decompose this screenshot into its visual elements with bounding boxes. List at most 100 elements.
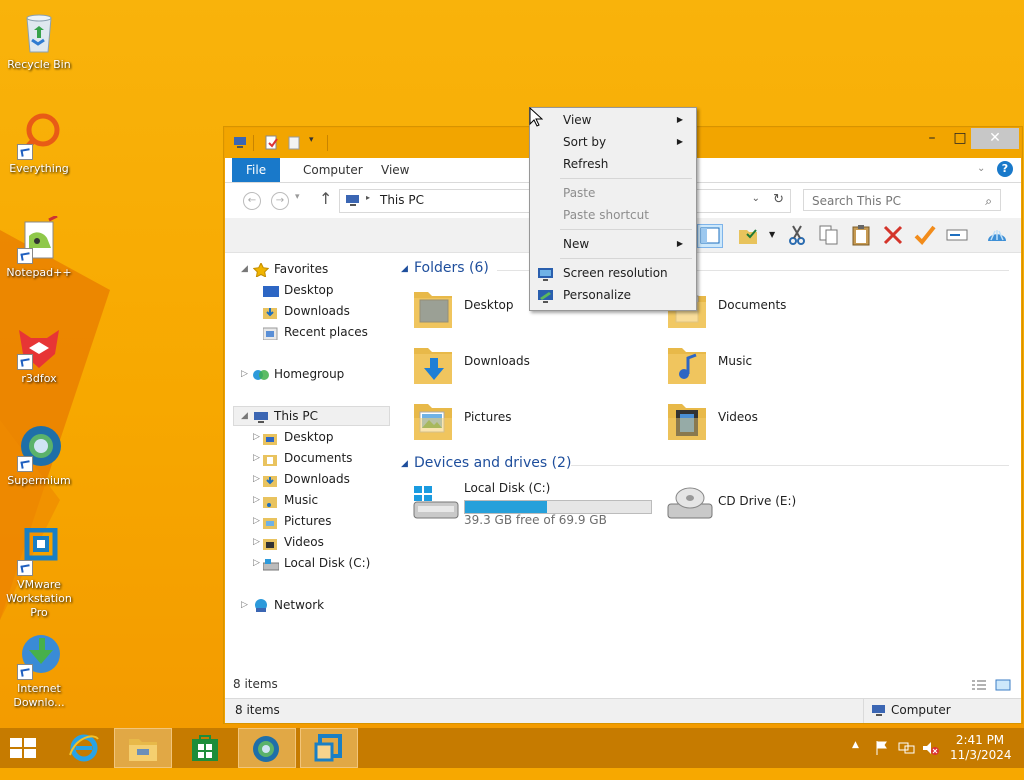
tab-computer[interactable]: Computer [289, 158, 377, 182]
expand-arrow-icon[interactable]: ▷ [253, 432, 260, 442]
delete-icon[interactable] [881, 224, 905, 246]
forward-button[interactable]: → [271, 192, 289, 210]
cut-icon[interactable] [785, 224, 809, 246]
nav-thispc-documents[interactable]: Documents [263, 448, 352, 468]
collapse-arrow-icon[interactable]: ◢ [241, 411, 248, 421]
copy-icon[interactable] [817, 224, 841, 246]
desktop-icon-recycle-bin[interactable]: Recycle Bin [0, 8, 78, 72]
breadcrumb-chevron-icon[interactable]: ▸ [366, 193, 370, 202]
menu-item-screen-resolution[interactable]: Screen resolution [532, 262, 692, 284]
menu-label: View [563, 113, 592, 127]
expand-arrow-icon[interactable]: ▷ [241, 600, 248, 610]
nav-thispc-desktop[interactable]: Desktop [263, 427, 334, 447]
tab-view[interactable]: View [367, 158, 423, 182]
menu-item-personalize[interactable]: Personalize [532, 284, 692, 306]
nav-this-pc[interactable]: This PC [253, 406, 318, 426]
nav-favorites[interactable]: Favorites [252, 259, 328, 279]
nav-thispc-pictures[interactable]: Pictures [263, 511, 332, 531]
refresh-icon[interactable]: ↻ [773, 192, 784, 207]
folder-videos[interactable]: Videos [666, 396, 906, 446]
nav-homegroup[interactable]: Homegroup [253, 364, 344, 384]
menu-item-refresh[interactable]: Refresh [532, 153, 692, 175]
divider [327, 135, 328, 151]
show-hidden-icons[interactable]: ▲ [852, 740, 859, 780]
volume-muted-icon[interactable] [922, 740, 940, 780]
expand-arrow-icon[interactable]: ▷ [253, 453, 260, 463]
folder-pictures[interactable]: Pictures [412, 396, 652, 446]
menu-item-new[interactable]: New ▶ [532, 233, 692, 255]
large-icons-view-icon[interactable] [995, 679, 1011, 691]
nav-thispc-downloads[interactable]: Downloads [263, 469, 350, 489]
properties-icon[interactable] [265, 135, 279, 151]
network-status-icon[interactable] [898, 740, 916, 780]
drive-cd-e[interactable]: CD Drive (E:) [666, 480, 906, 530]
customize-quick-access-icon[interactable]: ▾ [309, 135, 319, 151]
menu-separator [560, 258, 692, 259]
personalize-icon [538, 288, 553, 303]
taskbar-clock[interactable]: 2:41 PM 11/3/2024 [950, 733, 1012, 763]
menu-separator [560, 178, 692, 179]
folder-music[interactable]: Music [666, 340, 906, 390]
back-button[interactable]: ← [243, 192, 261, 210]
details-pane-icon[interactable] [697, 224, 723, 248]
expand-arrow-icon[interactable]: ▷ [253, 537, 260, 547]
details-view-icon[interactable] [971, 679, 987, 691]
desktop-icon-vmware[interactable]: VMware Workstation Pro [0, 527, 78, 620]
tab-file[interactable]: File [232, 158, 281, 182]
collapse-group-icon[interactable]: ◢ [401, 264, 408, 274]
new-folder-icon[interactable] [287, 135, 301, 151]
select-dropdown-icon[interactable]: ▼ [769, 230, 775, 239]
folder-downloads[interactable]: Downloads [412, 340, 652, 390]
desktop-icon-r3dfox[interactable]: r3dfox [0, 322, 78, 386]
address-dropdown-icon[interactable]: ⌄ [752, 193, 760, 204]
taskbar-file-explorer[interactable] [114, 728, 172, 768]
action-center-flag-icon[interactable] [874, 740, 890, 780]
folder-documents[interactable]: Documents [666, 284, 906, 334]
expand-arrow-icon[interactable]: ▷ [253, 558, 260, 568]
nav-favorites-downloads[interactable]: Downloads [263, 301, 350, 321]
checkmark-icon[interactable] [913, 224, 937, 246]
desktop-icon-internet-download-manager[interactable]: Internet Downlo... [0, 632, 78, 710]
divider [863, 699, 864, 723]
expand-arrow-icon[interactable]: ▷ [241, 369, 248, 379]
paste-icon[interactable] [849, 224, 873, 246]
drive-usage-fill [465, 501, 547, 513]
expand-arrow-icon[interactable]: ▷ [253, 516, 260, 526]
taskbar-internet-explorer[interactable] [56, 728, 114, 768]
search-input[interactable]: Search This PC ⌕ [803, 189, 1001, 211]
nav-thispc-local-disk[interactable]: Local Disk (C:) [262, 553, 370, 573]
nav-thispc-videos[interactable]: Videos [263, 532, 324, 552]
folders-group-header[interactable]: Folders (6) [414, 260, 489, 276]
nav-network[interactable]: Network [253, 595, 324, 615]
taskbar-vmware[interactable] [300, 728, 358, 768]
menu-label: Refresh [563, 157, 609, 171]
expand-ribbon-icon[interactable]: ⌄ [977, 163, 985, 174]
drive-local-disk-c[interactable]: Local Disk (C:) 39.3 GB free of 69.9 GB [412, 480, 652, 530]
start-button[interactable] [0, 728, 58, 768]
nav-label: Recent places [284, 325, 368, 339]
collapse-group-icon[interactable]: ◢ [401, 459, 408, 469]
shell-icon[interactable] [985, 224, 1009, 246]
select-icon[interactable] [737, 224, 761, 246]
nav-thispc-music[interactable]: Music [263, 490, 318, 510]
close-button[interactable]: ✕ [971, 128, 1019, 149]
recent-locations-icon[interactable]: ▾ [295, 192, 300, 202]
expand-arrow-icon[interactable]: ▷ [253, 474, 260, 484]
desktop-icon-notepadpp[interactable]: Notepad++ [0, 214, 78, 280]
menu-item-paste: Paste [532, 182, 692, 204]
up-button[interactable]: ↑ [319, 189, 332, 208]
menu-item-sort-by[interactable]: Sort by ▶ [532, 131, 692, 153]
nav-favorites-desktop[interactable]: Desktop [263, 280, 334, 300]
drives-group-header[interactable]: Devices and drives (2) [414, 455, 571, 471]
expand-arrow-icon[interactable]: ▷ [253, 495, 260, 505]
taskbar-supermium[interactable] [238, 728, 296, 768]
r3dfox-icon [15, 322, 63, 370]
taskbar-store[interactable] [176, 728, 234, 768]
rename-icon[interactable] [945, 224, 969, 246]
help-icon[interactable]: ? [997, 161, 1013, 177]
nav-favorites-recent-places[interactable]: Recent places [262, 322, 368, 342]
desktop-icon-everything[interactable]: Everything [0, 112, 78, 176]
desktop-icon-supermium[interactable]: Supermium [0, 424, 78, 488]
collapse-arrow-icon[interactable]: ◢ [241, 264, 248, 274]
menu-item-view[interactable]: View ▶ [532, 109, 692, 131]
